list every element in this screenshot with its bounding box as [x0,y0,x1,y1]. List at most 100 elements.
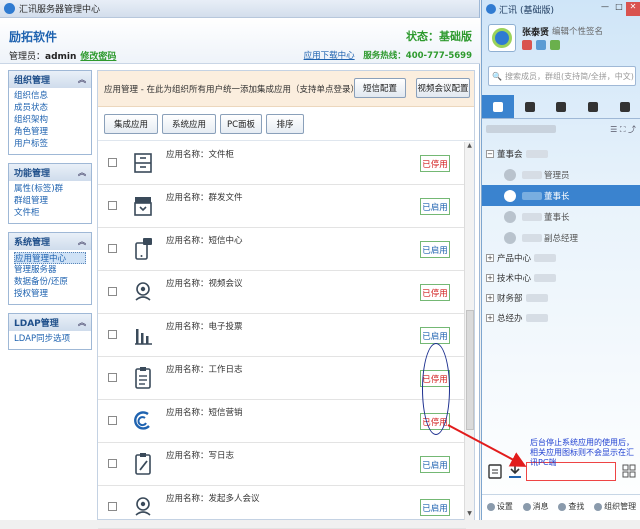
status-toggle[interactable]: 已启用 [420,456,450,473]
sms-config-button[interactable]: 短信配置 [354,78,406,98]
scroll-up-icon[interactable]: ▲ [465,142,474,152]
tree-node-finance[interactable]: + 财务部 [482,288,640,308]
sidebar-item-app-center[interactable]: 应用管理中心 [14,252,86,264]
expand-icon[interactable]: + [486,254,494,262]
tab-organization[interactable] [482,95,514,118]
sidebar-item-attr-groups[interactable]: 属性(标签)群 [14,183,86,195]
tree-node-board[interactable]: − 董事会 [482,144,640,164]
tree-node-gm-office[interactable]: + 总经办 [482,308,640,328]
sidebar-item-license[interactable]: 授权管理 [14,288,86,300]
tree-member[interactable]: 管理员 [482,164,640,185]
tab-flags[interactable] [577,95,609,118]
chevron-up-icon: ︽ [78,318,86,327]
expand-icon[interactable]: + [486,314,494,322]
sidebar-item-server-mgmt[interactable]: 管理服务器 [14,264,86,276]
tree-node-product[interactable]: + 产品中心 [482,248,640,268]
minimize-icon[interactable]: — [598,2,612,16]
find-button[interactable]: 查找 [558,501,584,512]
tab-messages[interactable] [546,95,578,118]
change-password-link[interactable]: 修改密码 [80,52,116,62]
tree-member[interactable]: 副总经理 [482,227,640,248]
tab-system-apps[interactable]: 系统应用 [162,114,216,134]
list-item: 应用名称：短信中心 已启用 [98,228,466,271]
row-checkbox[interactable] [108,373,117,382]
sidebar-item-user-tags[interactable]: 用户标签 [14,138,86,150]
redacted-count [534,274,557,282]
maximize-icon[interactable]: □ [612,2,626,16]
avatar[interactable] [488,24,516,52]
member-title: 董事长 [544,212,570,223]
sidebar-item-member-status[interactable]: 成员状态 [14,102,86,114]
signature-field[interactable]: 编辑个性签名 [552,25,603,37]
row-checkbox[interactable] [108,459,117,468]
file-cabinet-icon [134,153,152,173]
status-toggle[interactable]: 已启用 [420,241,450,258]
row-checkbox[interactable] [108,502,117,511]
menu-head-func[interactable]: 功能管理 ︽ [9,164,91,181]
write-log-icon [135,453,151,475]
status-toggle[interactable]: 已停用 [420,370,450,387]
status-toggle[interactable]: 已停用 [420,413,450,430]
mail-icon[interactable] [522,40,532,50]
app-name: 应用名称：短信营销 [166,408,243,418]
app-icon[interactable] [550,40,560,50]
video-config-button[interactable]: 视频会议配置 [416,78,470,98]
redacted-name [522,233,542,242]
tab-apps[interactable] [609,95,640,118]
expand-icon[interactable]: + [486,274,494,282]
row-checkbox[interactable] [108,158,117,167]
admin-label: 管理员： [9,52,46,62]
status-toggle[interactable]: 已启用 [420,499,450,516]
scroll-thumb[interactable] [466,310,474,430]
tab-sort[interactable]: 排序 [266,114,304,134]
status-toggle[interactable]: 已启用 [420,198,450,215]
row-checkbox[interactable] [108,244,117,253]
app-name: 应用名称：短信中心 [166,236,243,246]
tree-member[interactable]: 董事长 [482,206,640,227]
org-tools-icon[interactable]: ☰ ⛶ ⤴ [610,124,636,135]
redacted-count [534,254,557,262]
menu-group-system: 系统管理 ︽ 应用管理中心 管理服务器 数据备份/还原 授权管理 [8,232,92,305]
close-icon[interactable]: ✕ [626,2,640,16]
row-checkbox[interactable] [108,201,117,210]
menu-head-org[interactable]: 组织管理 ︽ [9,71,91,88]
sidebar-item-group-mgmt[interactable]: 群组管理 [14,195,86,207]
tree-node-tech[interactable]: + 技术中心 [482,268,640,288]
menu-head-system[interactable]: 系统管理 ︽ [9,233,91,250]
app-list: 应用名称：文件柜 已停用 应用名称：群发文件 已启用 应用名称：短信中心 已启用… [98,142,466,529]
expand-icon[interactable]: + [486,294,494,302]
search-input[interactable]: 🔍 搜索成员，群组(支持简/全拼，中文) [488,66,636,86]
sidebar-item-backup[interactable]: 数据备份/还原 [14,276,86,288]
tree-node-label: 总经办 [497,314,523,324]
scroll-down-icon[interactable]: ▼ [465,510,474,520]
weather-icon[interactable] [536,40,546,50]
menu-head-ldap[interactable]: LDAP管理 ︽ [9,314,91,331]
sidebar-item-ldap-sync[interactable]: LDAP同步选项 [14,333,86,345]
tree-member-selected[interactable]: 董事长 [482,185,640,206]
row-checkbox[interactable] [108,416,117,425]
messages-button[interactable]: 消息 [522,501,549,512]
org-icon [492,101,503,112]
list-item: 应用名称：短信营销 已停用 [98,400,466,443]
sidebar-item-file-cabinet[interactable]: 文件柜 [14,207,86,219]
tab-integrated-apps[interactable]: 集成应用 [104,114,158,134]
status-toggle[interactable]: 已停用 [420,284,450,301]
row-checkbox[interactable] [108,287,117,296]
sidebar-item-org-info[interactable]: 组织信息 [14,90,86,102]
collapse-icon[interactable]: − [486,150,494,158]
sidebar-item-org-structure[interactable]: 组织架构 [14,114,86,126]
download-icon[interactable] [508,463,522,479]
org-mgmt-button[interactable]: 组织管理 [594,501,636,512]
tab-pc-panel[interactable]: PC面板 [220,114,262,134]
download-center-link[interactable]: 应用下载中心 [304,51,355,61]
sms-marketing-icon [134,411,150,430]
tab-contacts[interactable] [514,95,546,118]
info-text: 应用管理 - 在此为组织所有用户统一添加集成应用（支持单点登录） [104,84,359,95]
status-toggle[interactable]: 已停用 [420,155,450,172]
sidebar-item-role-mgmt[interactable]: 角色管理 [14,126,86,138]
vertical-scrollbar[interactable]: ▲ ▼ [464,142,474,520]
status-toggle[interactable]: 已启用 [420,327,450,344]
settings-button[interactable]: 设置 [486,501,513,512]
clipboard-icon[interactable] [488,463,502,479]
row-checkbox[interactable] [108,330,117,339]
